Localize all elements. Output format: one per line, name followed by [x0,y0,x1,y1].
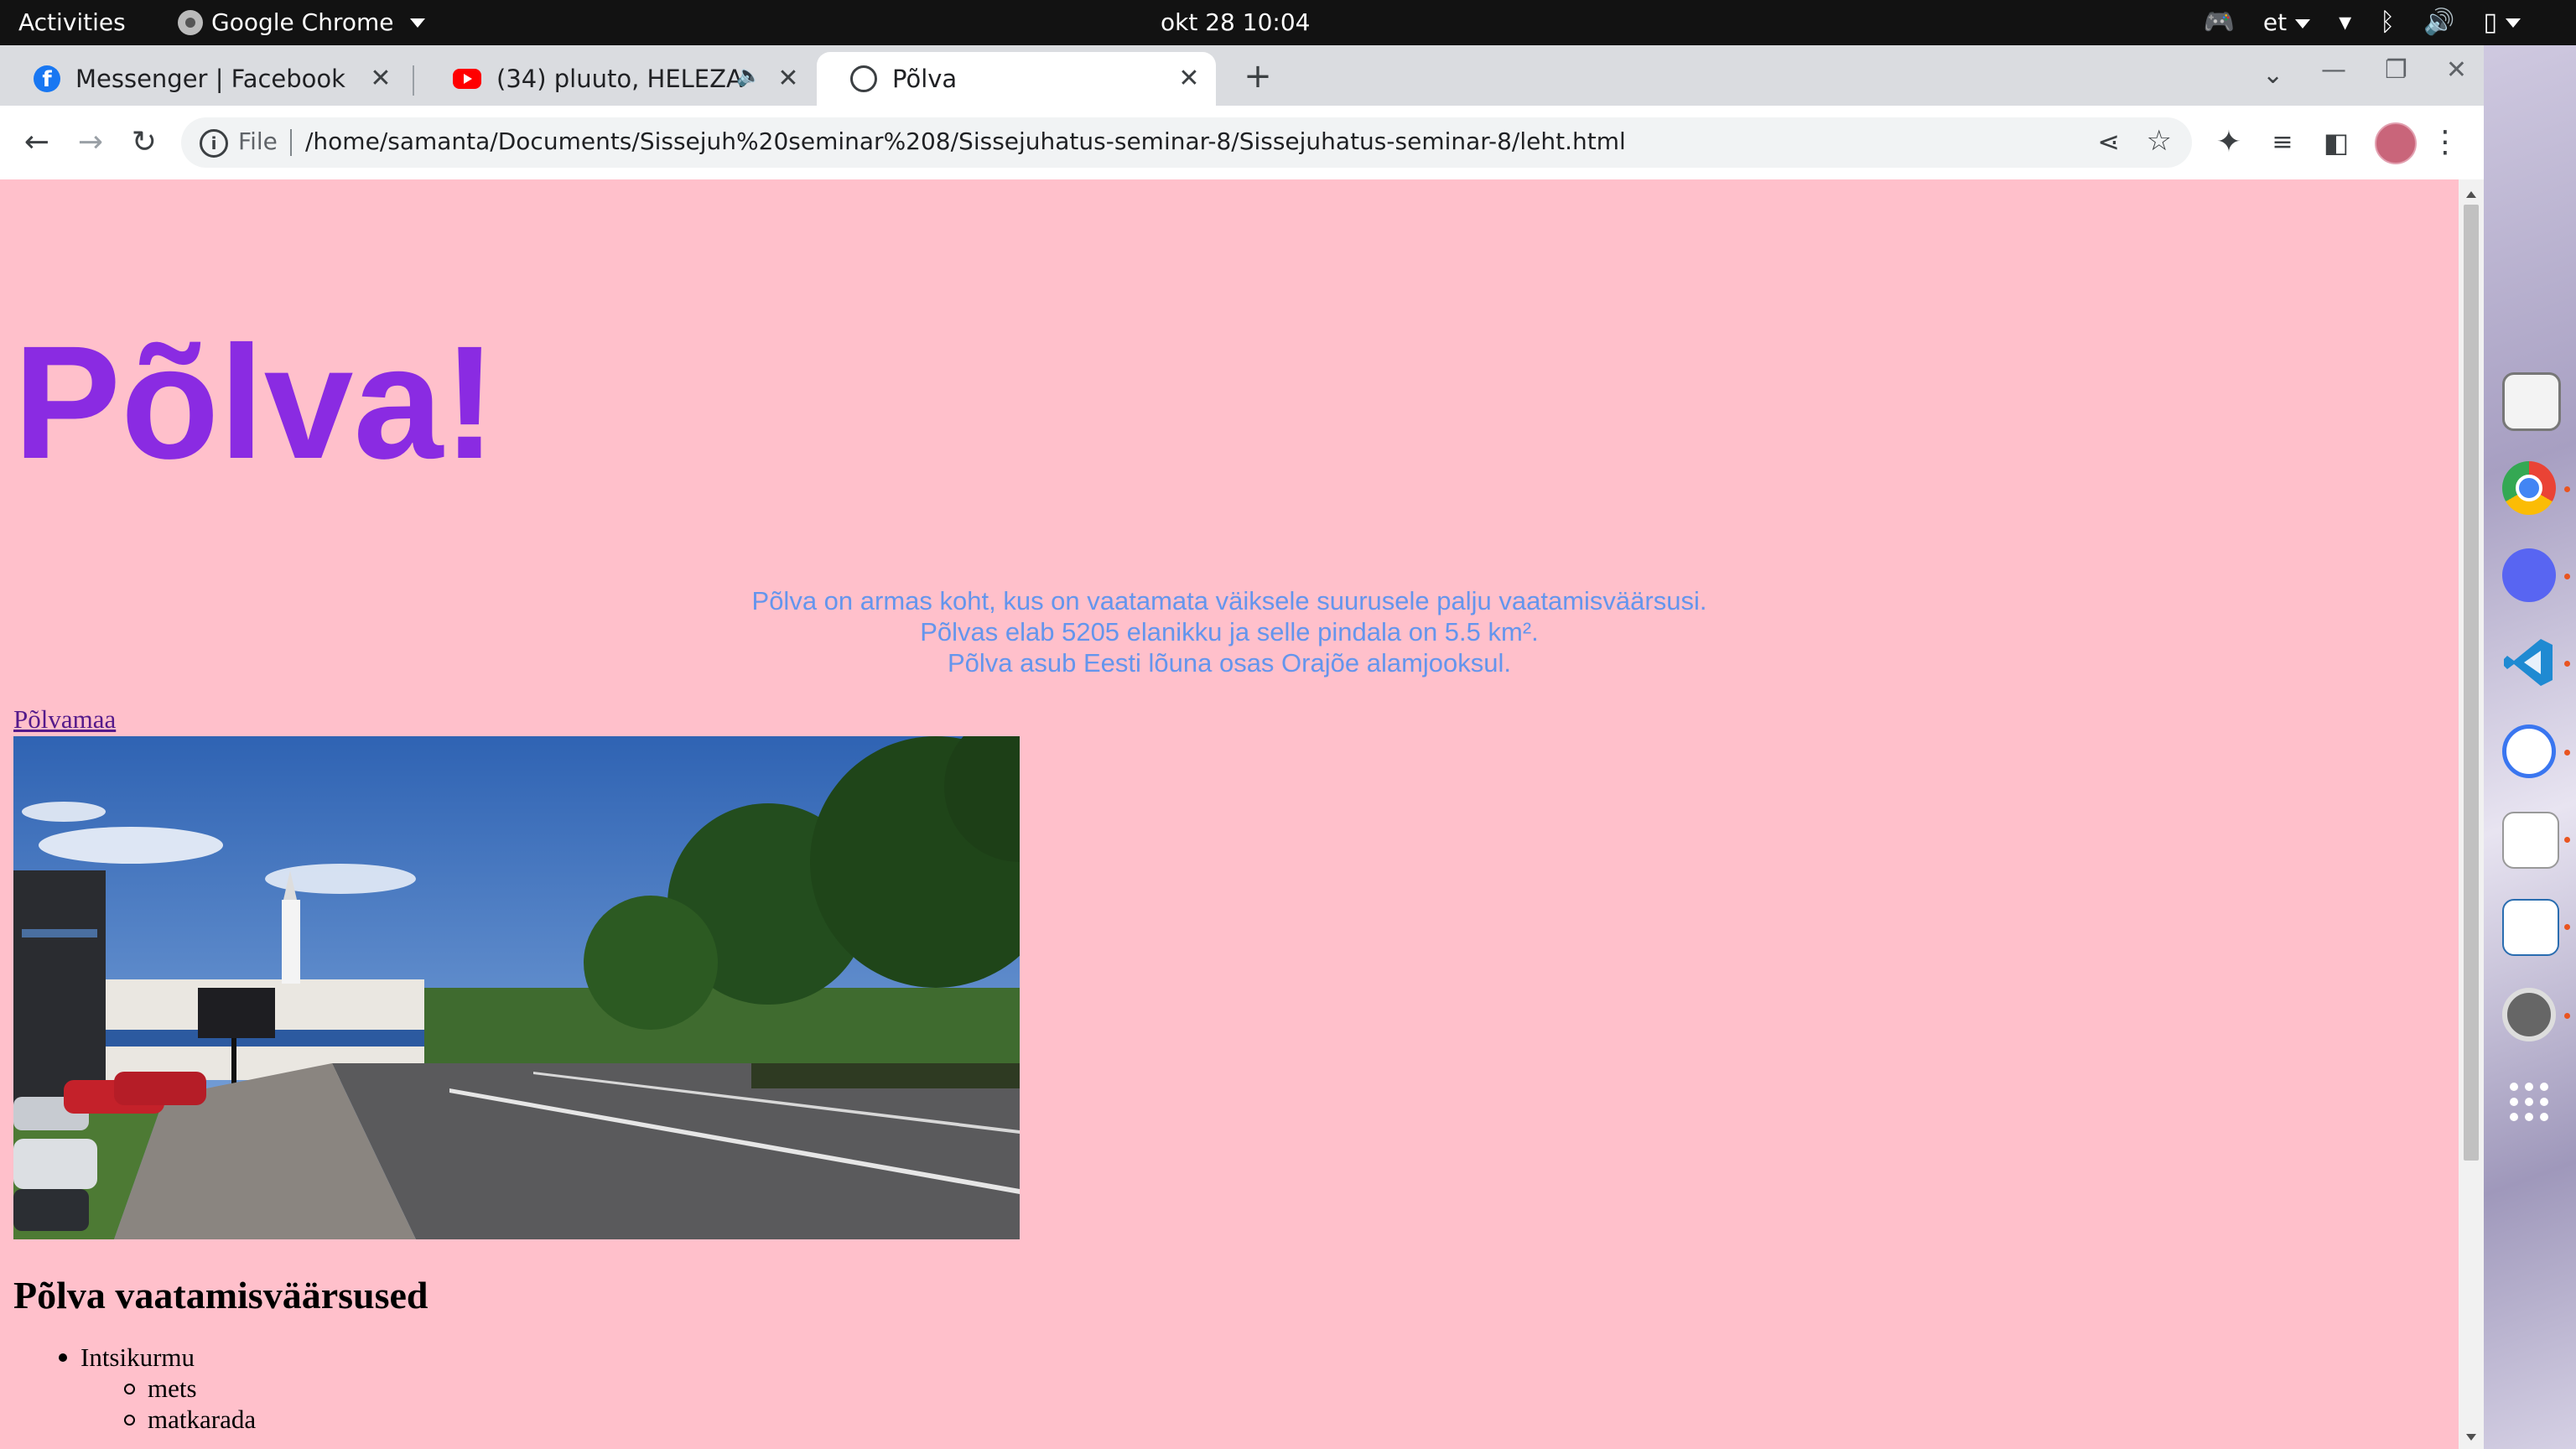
volume-icon: 🔊 [2423,8,2455,37]
town-street-photo [13,736,1020,1239]
url-scheme-label: File [238,127,278,155]
site-info-icon[interactable]: i [200,129,228,158]
close-icon[interactable]: ✕ [1174,64,1204,94]
minimize-icon[interactable]: — [2321,55,2346,85]
forward-arrow-icon[interactable]: → [70,122,111,163]
intro-line: Põlva on armas koht, kus on vaatamata vä… [751,586,1707,615]
tab-youtube[interactable]: (34) pluuto, HELEZA - S 🔈 ✕ [419,52,815,106]
signal-app-icon[interactable] [2502,724,2556,778]
share-icon[interactable]: ⋖ [2097,126,2120,158]
app-grid-svg [2510,1083,2548,1121]
vscode-app-icon[interactable] [2502,636,2556,689]
tab-title: Põlva [892,65,958,93]
sub-list-item: mets [123,1373,256,1404]
sub-list-item: matkarada [123,1405,257,1434]
close-window-icon[interactable]: ✕ [2446,55,2467,85]
media-controls-icon[interactable]: ≡ [2262,122,2303,163]
settings-app-icon[interactable] [2502,988,2556,1041]
tab-separator [413,65,414,96]
chrome-app-icon[interactable] [2502,461,2556,515]
more-menu-icon[interactable]: ⋮ [2425,122,2465,163]
polvamaa-link[interactable]: Põlvamaa [13,704,116,735]
activities-button[interactable]: Activities [18,0,126,45]
running-indicator [2564,924,2570,930]
audio-playing-icon[interactable]: 🔈 [736,64,761,87]
running-indicator [2564,661,2570,667]
ubuntu-dock [2484,45,2576,1449]
running-indicator [2564,1013,2570,1019]
running-indicator [2564,837,2570,843]
files-app-icon[interactable] [2502,372,2561,431]
wifi-icon: ▾ [2339,8,2352,37]
scroll-up-arrow[interactable] [2466,191,2476,198]
bluetooth-icon: ᛒ [2380,8,2396,37]
intro-line: Põlva asub Eesti lõuna osas Orajõe alamj… [947,648,1512,678]
intro-line: Põlvas elab 5205 elanikku ja selle pinda… [920,617,1539,647]
address-bar[interactable]: i File /home/samanta/Documents/Sissejuh%… [181,117,2192,168]
discord-tray-icon[interactable]: 🎮 [2203,0,2234,45]
vscode-logo-svg [2504,639,2553,686]
url-divider [290,129,292,156]
tab-title: (34) pluuto, HELEZA - S [496,65,748,93]
app-menu[interactable]: Google Chrome [178,0,426,45]
restore-icon[interactable]: ❐ [2385,55,2407,85]
extensions-puzzle-icon[interactable]: ✦ [2209,122,2249,163]
sights-heading: Põlva vaatamisväärsused [13,1274,428,1317]
chevron-down-icon [410,18,426,28]
page-heading: Põlva! [13,312,497,492]
facebook-icon: f [34,65,60,92]
chrome-app-icon [178,10,203,35]
system-top-bar: Activities Google Chrome okt 28 10:04 🎮 … [0,0,2576,45]
side-panel-icon[interactable]: ◧ [2316,122,2356,163]
sights-list: Intsikurmu mets matkarada [13,1342,256,1435]
globe-icon [850,65,877,92]
keyboard-layout-label: et [2262,8,2288,36]
sight-name: Intsikurmu [80,1343,195,1372]
app-menu-label: Google Chrome [211,8,394,36]
window-controls: — ❐ ✕ [2321,55,2467,85]
url-text[interactable]: /home/samanta/Documents/Sissejuh%20semin… [305,127,1626,155]
running-indicator [2564,486,2570,492]
sub-list: mets matkarada [80,1373,256,1435]
intro-paragraph: Põlva on armas koht, kus on vaatamata vä… [0,585,2459,678]
new-tab-button[interactable]: + [1238,57,1278,97]
list-item: Intsikurmu mets matkarada [13,1342,256,1435]
reload-icon[interactable]: ↻ [124,122,164,163]
system-tray[interactable]: 🎮 et ▾ ᛒ 🔊 ▯ [2203,0,2521,45]
chevron-down-icon [2295,18,2311,29]
keyboard-layout-indicator[interactable]: et [2262,0,2311,45]
back-arrow-icon[interactable]: ← [17,122,57,163]
tab-search-button[interactable]: ⌄ [2262,60,2283,90]
running-indicator [2564,574,2570,579]
chevron-down-icon [2506,18,2521,28]
tab-messenger[interactable]: f Messenger | Facebook ✕ [0,52,408,106]
web-page-content: Põlva! Põlva on armas koht, kus on vaata… [0,179,2459,1449]
text-editor-app-icon[interactable] [2502,812,2559,869]
bookmark-star-icon[interactable]: ☆ [2147,124,2172,158]
profile-avatar[interactable] [2375,122,2417,164]
scrollbar-thumb[interactable] [2464,205,2479,1161]
browser-toolbar: ← → ↻ i File /home/samanta/Documents/Sis… [0,106,2484,181]
close-icon[interactable]: ✕ [366,64,396,94]
town-street-photo-svg [13,736,1020,1239]
close-icon[interactable]: ✕ [773,64,803,94]
battery-icon: ▯ [2483,0,2521,45]
clock[interactable]: okt 28 10:04 [1161,0,1310,45]
scroll-down-arrow[interactable] [2466,1434,2476,1441]
chrome-window: f Messenger | Facebook ✕ (34) pluuto, HE… [0,45,2484,1449]
discord-app-icon[interactable] [2502,548,2556,602]
vertical-scrollbar[interactable] [2459,179,2484,1449]
youtube-icon [453,69,481,89]
tab-title: Messenger | Facebook [75,65,345,93]
tab-polva[interactable]: Põlva ✕ [817,52,1216,106]
tab-strip: f Messenger | Facebook ✕ (34) pluuto, HE… [0,45,2484,106]
show-applications-icon[interactable] [2502,1075,2556,1129]
writer-app-icon[interactable] [2502,899,2559,956]
running-indicator [2564,750,2570,756]
